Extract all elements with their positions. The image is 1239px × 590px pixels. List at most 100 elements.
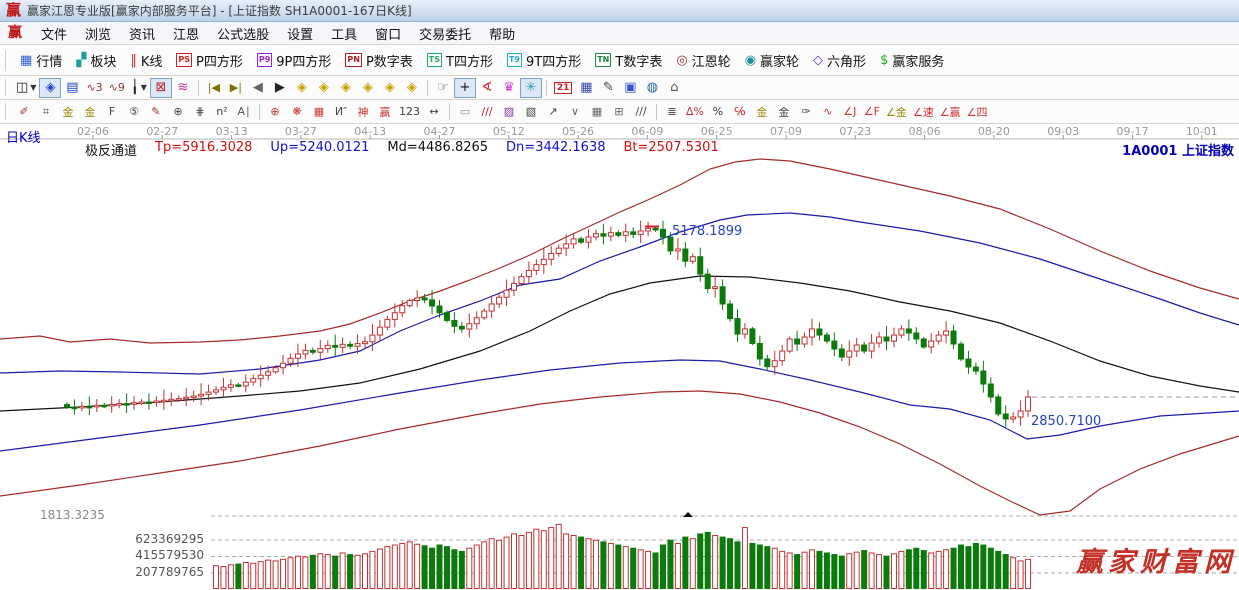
toolbar-button-winner-wheel[interactable]: ◉ 赢家轮 [738,49,806,72]
menu-item-6[interactable]: 工具 [322,22,366,45]
menu-item-0[interactable]: 文件 [32,22,76,45]
angle-ying-button[interactable]: ∠赢 [937,102,964,122]
a-line-button[interactable]: A∣ [233,102,255,122]
chart-type-button[interactable]: ◈ [39,77,62,98]
candle-brush-button[interactable]: ✑ [795,102,817,122]
stats-panel-button[interactable]: ≣ [661,102,683,122]
ying-grid-button[interactable]: 赢 [374,102,396,122]
toolbar-button-9t-square[interactable]: T9 9T四方形 [500,49,588,72]
calculator-button[interactable]: ▦ [575,78,597,98]
menu-item-7[interactable]: 窗口 [366,22,410,45]
fan-lines-button[interactable]: ∕∕∕ [476,102,498,122]
next-page-button[interactable]: ▶ [269,78,291,98]
wave-box-button[interactable]: ∿ [817,102,839,122]
grid-box-arrow-button[interactable]: ⊞ [608,102,630,122]
toolbar-button-kline[interactable]: ‖ K线 [123,49,169,72]
toolbar-button-9p-square[interactable]: P9 9P四方形 [250,49,339,72]
circle-360-button[interactable]: ⊕ [167,102,189,122]
angle-tool-button[interactable]: ∢ [476,78,498,98]
gold-grid-2-button[interactable]: 金 [79,102,101,122]
toolbar-button-t-square[interactable]: TS T四方形 [420,49,500,72]
period-selector-button[interactable]: ◫ ▼ [13,78,39,98]
web-grid-button[interactable]: ▦ [308,102,330,122]
gann-grid-button[interactable]: ⌗ [35,102,57,122]
toolbar-grip[interactable] [5,49,8,71]
volume-profile-button[interactable]: ≋ [172,78,194,98]
gold-lines-button[interactable]: 金 [773,102,795,122]
spider-web-button[interactable]: ❋ [286,102,308,122]
price-grid-button[interactable]: ⋕ [189,102,211,122]
angle-gold-button[interactable]: ∠金 [883,102,910,122]
grid-box-button[interactable]: ▦ [586,102,608,122]
stamp-tool-button[interactable]: ♛ [498,78,520,98]
save-button[interactable]: ▣ [619,78,641,98]
brush-grid-icon: ✎ [151,105,161,118]
circle-cross-button[interactable]: ⊕ [264,102,286,122]
angle-f-button[interactable]: ∠F [861,102,883,122]
info-panel-button[interactable]: ▤ [61,78,83,98]
menu-item-9[interactable]: 帮助 [480,22,524,45]
crosshair-tool-button[interactable]: + [453,77,476,98]
parallel-lines-button[interactable]: /// [630,102,652,122]
gann-down-button[interactable]: ◈ [401,78,423,98]
wave-3-button[interactable]: ∿3 [83,78,105,98]
draw-pen-button[interactable]: ✐ [13,102,35,122]
recent-price-label: 2850.7100 [1031,414,1102,429]
toolbar-button-p-number-table[interactable]: PN P数字表 [338,49,419,72]
angle-four-button[interactable]: ∠四 [964,102,991,122]
toolbar-button-hexagon[interactable]: ◇ 六角形 [806,49,873,72]
menu-item-5[interactable]: 设置 [278,22,322,45]
calendar-button[interactable]: 21 [551,78,576,98]
toolbar-button-p-square[interactable]: PS P四方形 [169,49,249,72]
toolbar-button-sectors[interactable]: ▞ 板块 [69,49,123,72]
fan-box-button[interactable]: ▨ [498,102,520,122]
toolbar-button-quotes[interactable]: ▦ 行情 [13,49,69,72]
main-chart-svg[interactable] [0,124,1239,589]
rect-tool-button[interactable]: ▭ [454,102,476,122]
prev-page-button[interactable]: ◀ [247,78,269,98]
hand-tool-button[interactable]: ☞ [432,78,454,98]
menu-item-4[interactable]: 公式选股 [208,22,278,45]
toolbar-button-winner-service[interactable]: $ 赢家服务 [873,49,951,72]
brush-grid-button[interactable]: ✎ [145,102,167,122]
candle-style-button[interactable]: ╽ ▼ [128,78,150,98]
pattern-tool-button[interactable]: ⊠ [149,77,172,98]
shen-grid-button[interactable]: 神 [352,102,374,122]
seal-tool-button[interactable]: ✳ [519,77,542,98]
angle-speed-button[interactable]: ∠速 [910,102,937,122]
gann-shrink-button[interactable]: ◈ [357,78,379,98]
toolbar-grip[interactable] [5,79,8,96]
wave-9-button[interactable]: ∿9 [106,78,128,98]
gold-circle-button[interactable]: 金 [751,102,773,122]
gold-grid-1-button[interactable]: 金 [57,102,79,122]
percent-lines-button[interactable]: ℅ [729,102,751,122]
zigzag-tool-button[interactable]: ∨ [564,102,586,122]
line-box-button[interactable]: ▧ [520,102,542,122]
last-page-button[interactable]: ▶| [225,78,247,98]
system-button[interactable]: ⌂ [663,78,685,98]
menu-item-8[interactable]: 交易委托 [410,22,480,45]
first-page-button[interactable]: |◀ [203,78,225,98]
percent-tool-button[interactable]: % [707,102,729,122]
five-grid-button[interactable]: ⑤ [123,102,145,122]
gann-expand-button[interactable]: ◈ [335,78,357,98]
gann-up-button[interactable]: ◈ [379,78,401,98]
toolbar-button-t-number-table[interactable]: TN T数字表 [588,49,669,72]
notes-button[interactable]: ✎ [597,78,619,98]
toolbar-grip[interactable] [5,103,8,120]
span-measure-button[interactable]: ↔ [423,102,445,122]
percent-change-button[interactable]: ∆% [683,102,707,122]
toolbar-button-gann-wheel[interactable]: ◎ 江恩轮 [669,49,737,72]
angle-j-button[interactable]: ∠J [839,102,861,122]
arrow-lines-button[interactable]: ↗ [542,102,564,122]
fib-grid-button[interactable]: F [101,102,123,122]
menu-item-3[interactable]: 江恩 [164,22,208,45]
web-export-button[interactable]: ◍ [641,78,663,98]
menu-item-1[interactable]: 浏览 [76,22,120,45]
n-wave-button[interactable]: И″ [330,102,352,122]
square-n2-button[interactable]: n² [211,102,233,122]
menu-item-2[interactable]: 资讯 [120,22,164,45]
gann-left-button[interactable]: ◈ [291,78,313,98]
gann-right-button[interactable]: ◈ [313,78,335,98]
numbered-grid-button[interactable]: 123 [396,102,423,122]
